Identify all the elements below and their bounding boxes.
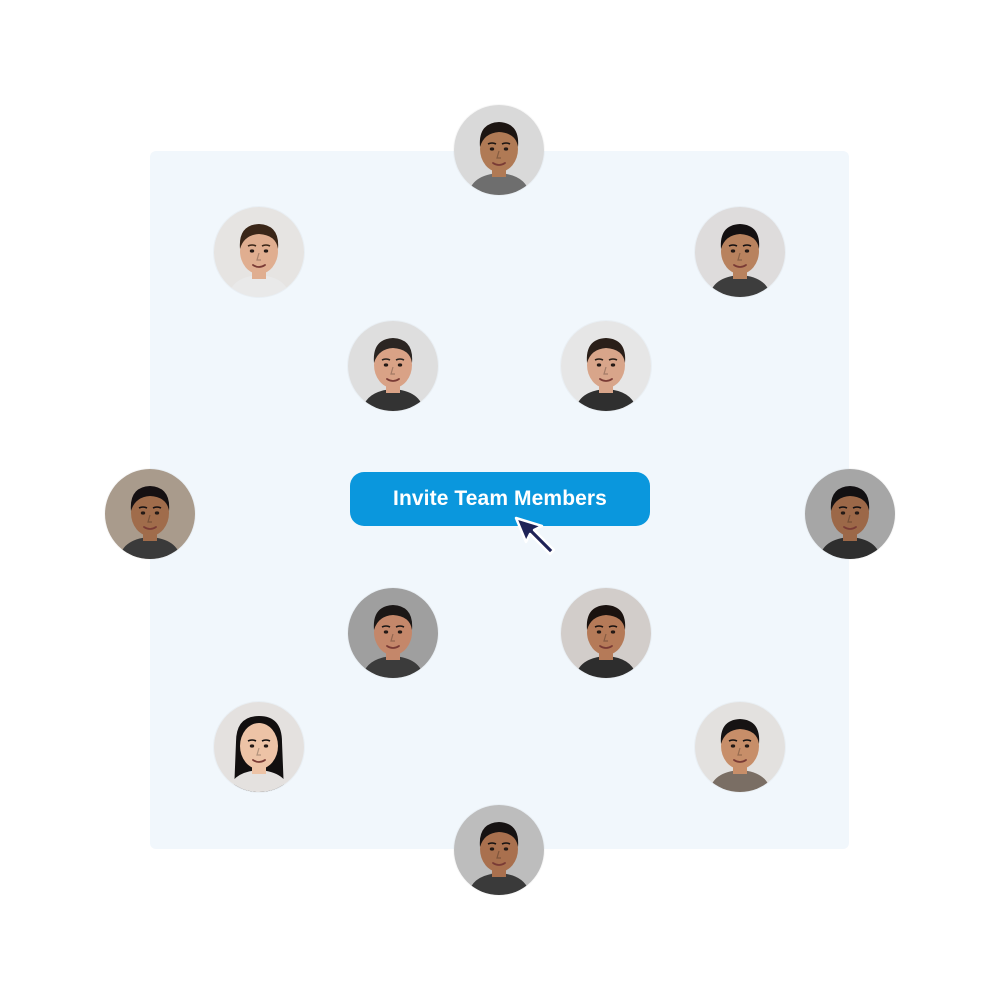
avatar-lower-right bbox=[695, 702, 785, 792]
avatar-inner-right bbox=[561, 321, 651, 411]
person-photo-icon bbox=[348, 588, 438, 678]
invite-team-members-button[interactable]: Invite Team Members bbox=[350, 472, 650, 526]
person-photo-icon bbox=[561, 588, 651, 678]
avatar-upper-right bbox=[695, 207, 785, 297]
avatar-upper-left bbox=[214, 207, 304, 297]
person-photo-icon bbox=[805, 469, 895, 559]
avatar-mid-right bbox=[805, 469, 895, 559]
avatar-lower-left bbox=[214, 702, 304, 792]
avatar-bottom bbox=[454, 805, 544, 895]
avatar-lower-inner-left bbox=[348, 588, 438, 678]
person-photo-icon bbox=[214, 207, 304, 297]
avatar-top bbox=[454, 105, 544, 195]
avatar-mid-left bbox=[105, 469, 195, 559]
person-photo-icon bbox=[454, 805, 544, 895]
person-photo-icon bbox=[348, 321, 438, 411]
avatar-lower-inner-right bbox=[561, 588, 651, 678]
person-photo-icon bbox=[561, 321, 651, 411]
person-photo-icon bbox=[695, 207, 785, 297]
person-photo-icon bbox=[695, 702, 785, 792]
person-photo-icon bbox=[214, 702, 304, 792]
person-photo-icon bbox=[105, 469, 195, 559]
avatar-inner-left bbox=[348, 321, 438, 411]
person-photo-icon bbox=[454, 105, 544, 195]
